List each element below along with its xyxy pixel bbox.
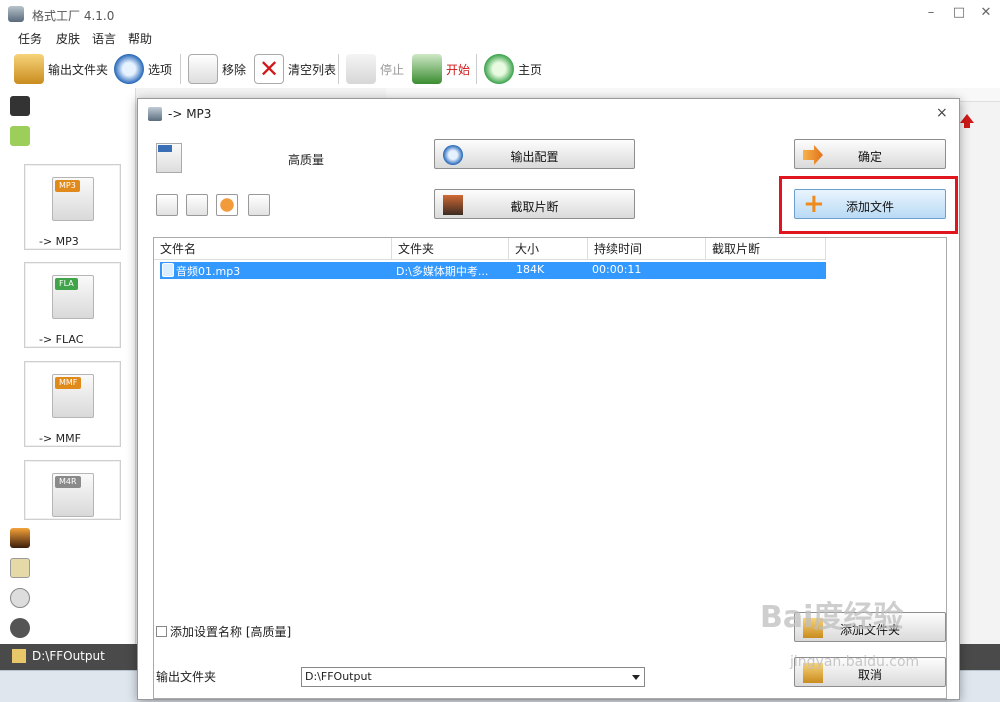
baidu-watermark-url: jingyan.baidu.com <box>790 654 920 670</box>
menu-bar: 任务 皮肤 语言 帮助 <box>0 28 1000 48</box>
column-header-clip[interactable]: 截取片断 <box>706 238 826 260</box>
menu-skin[interactable]: 皮肤 <box>56 30 80 47</box>
format-tag: M4R <box>55 476 81 488</box>
home-button[interactable]: 主页 <box>484 52 542 86</box>
audio-file-icon <box>162 263 174 277</box>
add-setting-name-checkbox[interactable]: 添加设置名称 [高质量] <box>156 623 291 640</box>
document-category-icon[interactable] <box>10 558 30 578</box>
cell-size: 184K <box>516 263 545 276</box>
mp3-file-icon: MP3 <box>52 177 94 221</box>
quality-label: 高质量 <box>288 153 325 167</box>
output-folder-label: 输出文件夹 <box>156 670 217 684</box>
flac-file-icon: FLA <box>52 275 94 319</box>
start-play-icon <box>412 54 442 84</box>
options-label: 选项 <box>148 62 173 77</box>
checkbox-label: 添加设置名称 [高质量] <box>170 625 292 639</box>
minimize-button[interactable]: – <box>920 4 942 22</box>
start-button[interactable]: 开始 <box>412 52 470 86</box>
output-config-button[interactable]: 输出配置 <box>434 139 635 169</box>
output-folder-button[interactable]: 输出文件夹 <box>14 52 108 86</box>
format-tile-mmf[interactable]: MMF -> MMF <box>24 361 121 447</box>
column-header-filename[interactable]: 文件名 <box>154 238 392 260</box>
format-tag: FLA <box>55 278 78 290</box>
home-globe-icon <box>484 54 514 84</box>
menu-task[interactable]: 任务 <box>18 30 42 47</box>
app-title: 格式工厂 4.1.0 <box>32 9 115 23</box>
clip-button[interactable]: 截取片断 <box>434 189 635 219</box>
baidu-watermark: Bai度经验 <box>760 600 904 635</box>
utilities-category-icon[interactable] <box>10 618 30 638</box>
close-button[interactable]: ✕ <box>975 4 997 22</box>
format-tile-flac[interactable]: FLA -> FLAC <box>24 262 121 348</box>
maximize-button[interactable]: □ <box>948 4 970 22</box>
options-button[interactable]: 选项 <box>114 52 172 86</box>
output-path-status[interactable]: D:\FFOutput <box>32 649 105 663</box>
mmf-file-icon: MMF <box>52 374 94 418</box>
format-label: -> MP3 <box>39 235 79 248</box>
start-label: 开始 <box>446 62 471 77</box>
clear-list-button[interactable]: ✕ 清空列表 <box>254 52 336 86</box>
chevron-down-icon <box>632 675 640 680</box>
column-header-size[interactable]: 大小 <box>509 238 588 260</box>
output-folder-select[interactable]: D:\FFOutput <box>301 667 645 687</box>
picture-category-icon[interactable] <box>10 528 30 548</box>
format-label: -> FLAC <box>39 333 84 346</box>
mp3-badge <box>158 145 172 152</box>
app-icon <box>8 6 24 22</box>
clear-x-icon: ✕ <box>254 54 284 84</box>
checkbox-box[interactable] <box>156 626 167 637</box>
home-label: 主页 <box>518 62 543 77</box>
dialog-app-icon <box>148 107 162 121</box>
format-tag: MMF <box>55 377 82 389</box>
menu-help[interactable]: 帮助 <box>128 30 152 47</box>
up-arrow-stem <box>964 122 970 128</box>
toolbar-separator <box>180 54 181 84</box>
mp3-format-icon <box>156 143 182 173</box>
audio-category-icon[interactable] <box>10 126 30 146</box>
options-gear-icon <box>114 54 144 84</box>
stop-label: 停止 <box>380 62 405 77</box>
dialog-close-button[interactable]: × <box>936 105 948 121</box>
m4r-file-icon: M4R <box>52 473 94 517</box>
annotation-highlight <box>779 176 958 234</box>
toolbar-separator <box>338 54 339 84</box>
folder-icon <box>12 649 26 663</box>
app-titlebar: 格式工厂 4.1.0 – □ ✕ <box>0 0 1000 28</box>
remove-label: 移除 <box>222 62 247 77</box>
remove-document-icon <box>188 54 218 84</box>
folder-icon <box>14 54 44 84</box>
main-toolbar: 输出文件夹 选项 移除 ✕ 清空列表 停止 开始 主页 <box>0 50 1000 88</box>
dialog-title: -> MP3 <box>168 107 212 121</box>
format-label: -> MMF <box>39 432 81 445</box>
cell-folder: D:\多媒体期中考... <box>396 265 489 278</box>
cell-filename: 音频01.mp3 <box>176 265 241 278</box>
video-category-icon[interactable] <box>10 96 30 116</box>
media-info-button[interactable] <box>248 194 270 216</box>
clip-label: 截取片断 <box>510 200 559 214</box>
play-icon[interactable] <box>216 194 238 216</box>
toolbar-separator <box>476 54 477 84</box>
clear-list-label: 清空列表 <box>288 62 337 77</box>
ok-button[interactable]: 确定 <box>794 139 946 169</box>
cell-duration: 00:00:11 <box>592 263 642 276</box>
column-header-folder[interactable]: 文件夹 <box>392 238 509 260</box>
stop-icon <box>346 54 376 84</box>
dialog-titlebar: -> MP3 <box>148 107 211 121</box>
remove-button[interactable]: 移除 <box>188 52 246 86</box>
menu-language[interactable]: 语言 <box>92 30 116 47</box>
stop-button[interactable]: 停止 <box>346 52 404 86</box>
format-tile-m4r[interactable]: M4R <box>24 460 121 520</box>
output-folder-value: D:\FFOutput <box>305 670 372 683</box>
remove-item-button[interactable] <box>156 194 178 216</box>
ok-label: 确定 <box>857 150 882 164</box>
output-folder-label: 输出文件夹 <box>48 62 109 77</box>
rom-device-category-icon[interactable] <box>10 588 30 608</box>
format-tile-mp3[interactable]: MP3 -> MP3 <box>24 164 121 250</box>
table-row[interactable]: 音频01.mp3 D:\多媒体期中考... 184K 00:00:11 <box>160 262 826 279</box>
column-header-duration[interactable]: 持续时间 <box>588 238 706 260</box>
output-config-label: 输出配置 <box>510 150 559 164</box>
format-tag: MP3 <box>55 180 80 192</box>
clear-items-button[interactable] <box>186 194 208 216</box>
format-panel: MP3 -> MP3 FLA -> FLAC MMF -> MMF M4R <box>0 88 136 644</box>
